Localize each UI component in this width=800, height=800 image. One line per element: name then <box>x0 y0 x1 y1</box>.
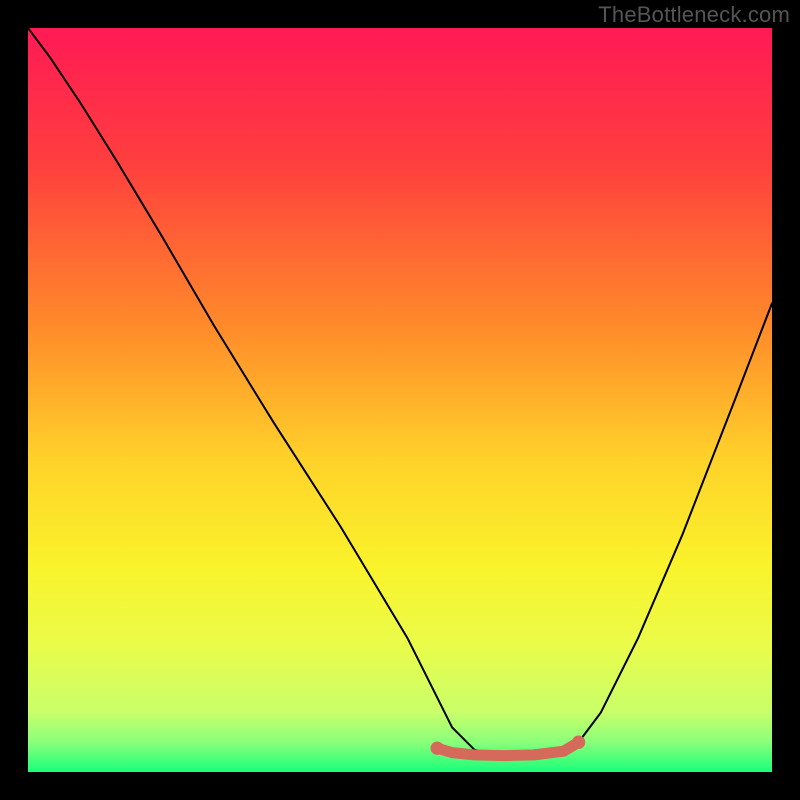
plot-area <box>28 28 772 772</box>
chart-curves <box>28 28 772 772</box>
chart-container: TheBottleneck.com <box>0 0 800 800</box>
watermark-text: TheBottleneck.com <box>598 2 790 28</box>
main-curve <box>28 28 772 757</box>
highlight-endpoint-right <box>572 736 585 749</box>
highlight-segment <box>437 742 578 755</box>
highlight-endpoint-left <box>431 741 444 754</box>
